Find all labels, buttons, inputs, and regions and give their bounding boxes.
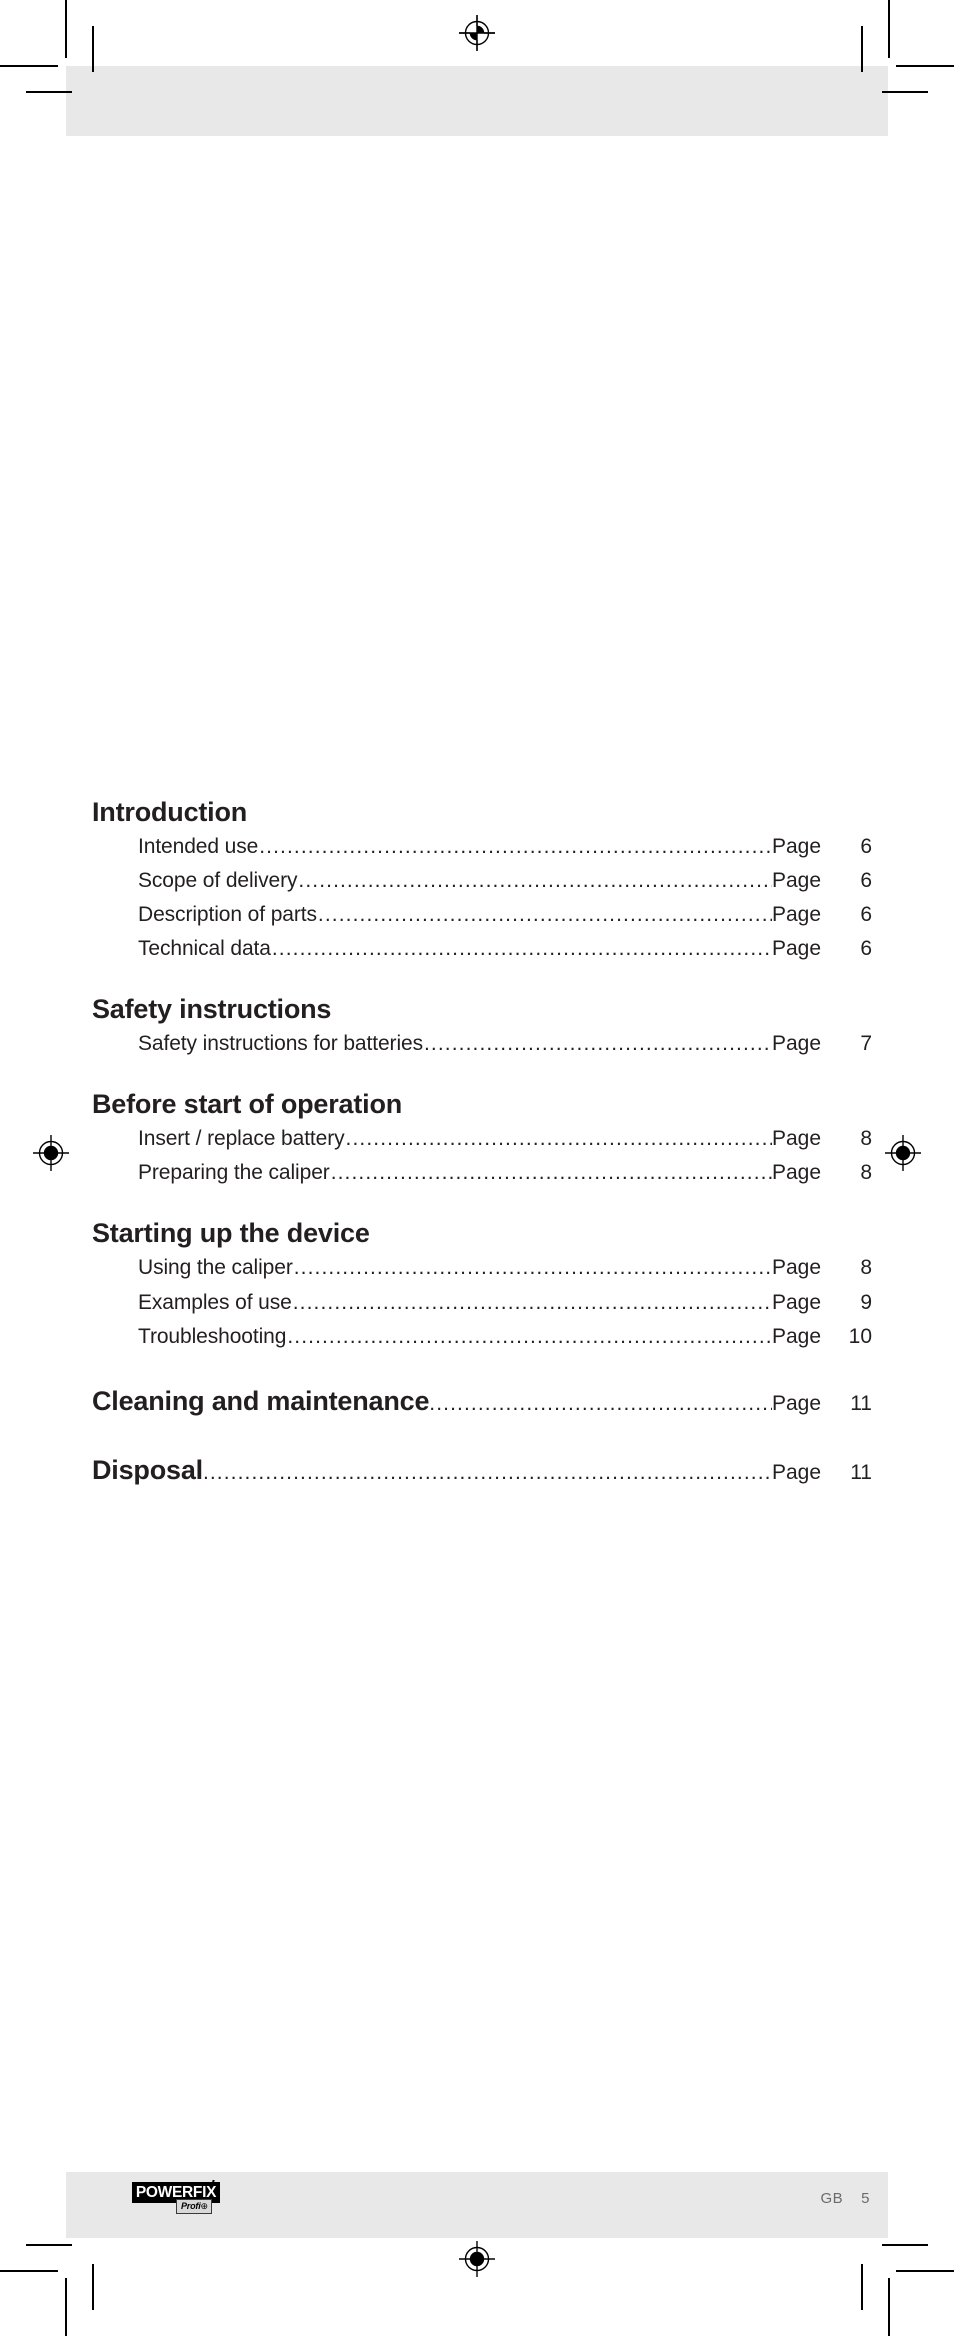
crop-mark-top-right-inner-vertical [861, 26, 863, 72]
registered-mark-icon: ⊕ [200, 2201, 209, 2211]
toc-page-number: 11 [850, 1461, 872, 1485]
footer-language-code: GB [820, 2190, 844, 2207]
dot-leader: ........................................… [259, 835, 772, 859]
toc-page-number: 6 [860, 869, 872, 893]
toc-entry-label: Scope of delivery [138, 869, 298, 893]
dot-leader: ........................................… [429, 1391, 772, 1415]
toc-group: Cleaning and maintenance ...............… [0, 1380, 954, 1424]
dot-leader: ........................................… [345, 1127, 772, 1151]
crop-mark-top-right-outer-horizontal [896, 65, 954, 67]
toc-page-label: Page [772, 1290, 822, 1314]
dot-leader: ........................................… [202, 1461, 772, 1485]
footer-page-number: 5 [861, 2190, 870, 2207]
toc-group: Disposal................................… [0, 1449, 954, 1493]
toc-entry-label: Examples of use [138, 1290, 292, 1314]
crop-mark-bottom-left-inner-vertical [92, 2264, 94, 2310]
toc-heading-label: Cleaning and maintenance [92, 1385, 430, 1416]
footer-page-indicator: GB 5 [820, 2190, 870, 2207]
crop-mark-bottom-right-inner-horizontal [882, 2244, 928, 2246]
toc-group: Introduction Intended use................… [0, 795, 954, 966]
toc-heading-row[interactable]: Disposal................................… [0, 1449, 954, 1493]
toc-page-number: 8 [860, 1161, 872, 1185]
toc-page-number: 6 [860, 903, 872, 927]
toc-page-number: 8 [860, 1127, 872, 1151]
toc-entry-row[interactable]: Troubleshooting ........................… [0, 1320, 954, 1354]
crop-mark-bottom-right-outer-horizontal [896, 2270, 954, 2272]
profi-label: Profi [181, 2201, 201, 2211]
toc-entry-row[interactable]: Intended use............................… [0, 830, 954, 864]
toc-page-number: 7 [860, 1032, 872, 1056]
toc-entry-label: Technical data [138, 937, 271, 961]
toc-group: Before start of operation Insert / replac… [0, 1087, 954, 1190]
page-proof: Introduction Intended use................… [0, 0, 954, 2336]
toc-page-label: Page [772, 1391, 822, 1415]
toc-page-number: 9 [860, 1290, 872, 1314]
crop-mark-bottom-left-outer-horizontal [0, 2270, 58, 2272]
dot-leader: ........................................… [317, 903, 772, 927]
toc-heading-row[interactable]: Cleaning and maintenance ...............… [0, 1380, 954, 1424]
toc-entry-label: Preparing the caliper [138, 1161, 330, 1185]
toc-entry-label: Intended use [138, 835, 259, 859]
toc-entry-row[interactable]: Preparing the caliper...................… [0, 1156, 954, 1190]
crop-mark-top-left-outer-horizontal [0, 65, 58, 67]
dot-leader: ........................................… [298, 869, 772, 893]
crop-mark-top-right-inner-horizontal [882, 91, 928, 93]
toc-page-label: Page [772, 835, 822, 859]
crop-mark-top-left-outer-vertical [65, 0, 67, 58]
toc-group: Starting up the device Using the caliper.… [0, 1216, 954, 1353]
crop-mark-bottom-left-outer-vertical [65, 2278, 67, 2336]
registration-mark-top [458, 14, 496, 52]
toc-section-heading: Before start of operation [92, 1089, 403, 1120]
toc-entry-label: Description of parts [138, 903, 317, 927]
dot-leader: ........................................… [293, 1256, 772, 1280]
toc-page-number: 11 [850, 1391, 872, 1415]
toc-page-number: 10 [848, 1324, 872, 1348]
toc-entry-label: Using the caliper [138, 1256, 293, 1280]
crop-mark-top-right-outer-vertical [888, 0, 890, 58]
toc-heading-label: Disposal [92, 1455, 203, 1486]
toc-page-number: 6 [860, 835, 872, 859]
toc-page-label: Page [772, 1256, 822, 1280]
crop-mark-bottom-right-inner-vertical [861, 2264, 863, 2310]
powerfix-profi-badge: Profi⊕ [176, 2199, 212, 2214]
toc-entry-row[interactable]: Technical data..........................… [0, 932, 954, 966]
crop-mark-top-left-inner-horizontal [26, 91, 72, 93]
toc-entry-row[interactable]: Scope of delivery ......................… [0, 864, 954, 898]
toc-page-label: Page [772, 1127, 822, 1151]
crop-mark-bottom-left-inner-horizontal [26, 2244, 72, 2246]
crop-mark-bottom-right-outer-vertical [888, 2278, 890, 2336]
toc-page-label: Page [772, 1161, 822, 1185]
dot-leader: ........................................… [424, 1032, 772, 1056]
toc-page-label: Page [772, 1032, 822, 1056]
toc-entry-row[interactable]: Insert / replace battery................… [0, 1122, 954, 1156]
powerfix-logo: POWERFIX Profi⊕ [132, 2180, 236, 2220]
crop-mark-top-left-inner-vertical [92, 26, 94, 72]
toc-entry-row[interactable]: Using the caliper.......................… [0, 1251, 954, 1285]
toc-entry-row[interactable]: Safety instructions for batteries ......… [0, 1027, 954, 1061]
toc-page-label: Page [772, 869, 822, 893]
dot-leader: ........................................… [292, 1290, 772, 1314]
toc-section-heading: Starting up the device [92, 1218, 370, 1249]
dot-leader: ........................................… [271, 937, 772, 961]
registration-mark-bottom [458, 2240, 496, 2278]
dot-leader: ........................................… [287, 1324, 772, 1348]
toc-section-heading: Safety instructions [92, 994, 332, 1025]
toc-page-number: 6 [860, 937, 872, 961]
toc-page-label: Page [772, 1324, 822, 1348]
header-band [66, 66, 888, 136]
toc-entry-label: Safety instructions for batteries [138, 1032, 423, 1056]
toc-group: Safety instructions Safety instructions f… [0, 992, 954, 1061]
dot-leader: ........................................… [330, 1161, 772, 1185]
toc-entry-label: Insert / replace battery [138, 1127, 345, 1151]
table-of-contents: Introduction Intended use................… [0, 795, 954, 1493]
toc-page-number: 8 [860, 1256, 872, 1280]
toc-page-label: Page [772, 903, 822, 927]
toc-page-label: Page [772, 1461, 822, 1485]
toc-section-heading: Introduction [92, 797, 248, 827]
toc-entry-row[interactable]: Description of parts ...................… [0, 898, 954, 932]
toc-entry-row[interactable]: Examples of use.........................… [0, 1286, 954, 1320]
toc-entry-label: Troubleshooting [138, 1324, 287, 1348]
toc-page-label: Page [772, 937, 822, 961]
